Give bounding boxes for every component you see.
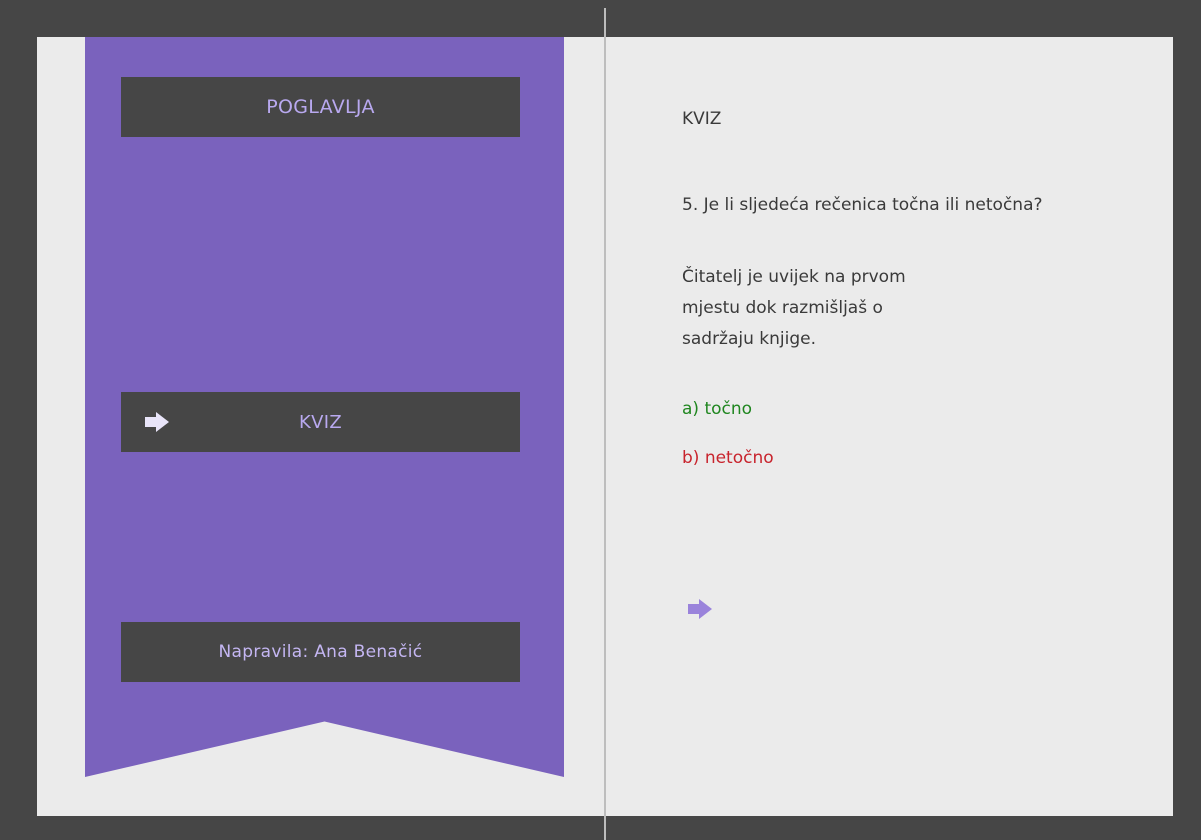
chapters-heading-label: POGLAVLJA: [266, 96, 375, 118]
answer-option-true[interactable]: a) točno: [682, 399, 752, 419]
author-credit: Napravila: Ana Benačić: [121, 622, 520, 682]
sidebar-item-label: KVIZ: [299, 411, 342, 433]
next-page-button[interactable]: [688, 599, 712, 623]
book-spine: [604, 8, 606, 840]
sidebar-item-quiz[interactable]: KVIZ: [121, 392, 520, 452]
author-credit-label: Napravila: Ana Benačić: [218, 642, 423, 662]
arrow-right-icon: [145, 412, 169, 432]
page-title: KVIZ: [682, 109, 722, 129]
answer-option-false[interactable]: b) netočno: [682, 448, 774, 468]
quiz-page: KVIZ 5. Je li sljedeća rečenica točna il…: [641, 37, 1173, 816]
chapters-heading: POGLAVLJA: [121, 77, 520, 137]
arrow-right-icon: [688, 599, 712, 619]
quiz-question: 5. Je li sljedeća rečenica točna ili net…: [682, 195, 1043, 215]
quiz-statement: Čitatelj je uvijek na prvom mjestu dok r…: [682, 267, 906, 349]
